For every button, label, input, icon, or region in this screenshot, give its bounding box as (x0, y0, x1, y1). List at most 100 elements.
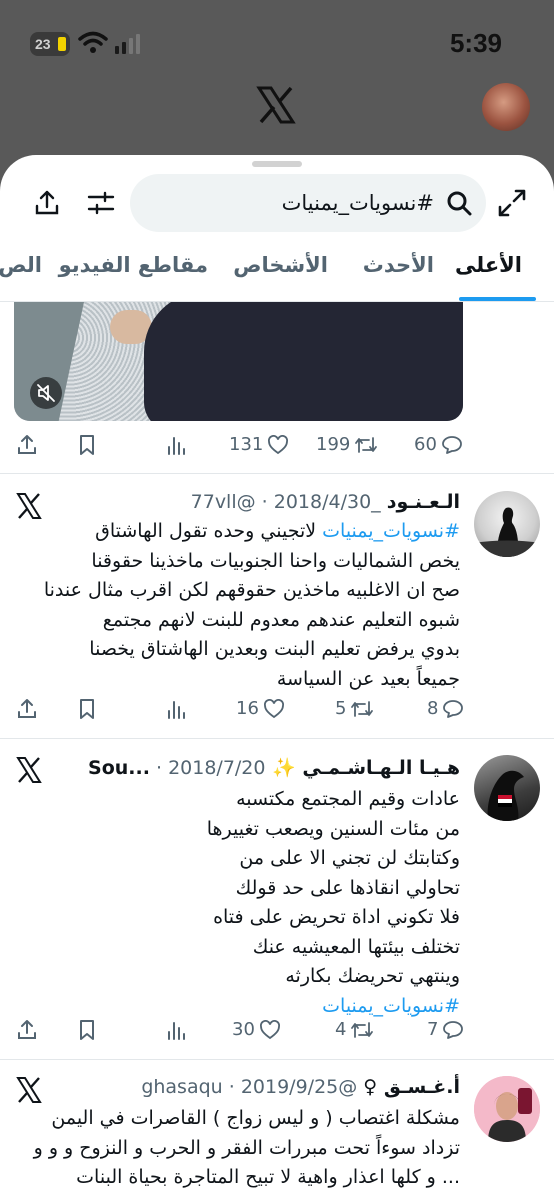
hashtag-link[interactable]: #نسويات_يمنيات (40, 992, 460, 1022)
repost-count: 5 (335, 698, 347, 719)
app-header (0, 70, 554, 150)
share-icon[interactable] (31, 187, 63, 219)
expand-icon[interactable] (496, 187, 528, 219)
tab-latest[interactable]: الأحدث (363, 253, 434, 277)
tweet-line: تحاولي انقاذها على حد قولك (235, 876, 460, 899)
repost-icon (355, 436, 378, 453)
reply-count: 60 (414, 434, 437, 455)
tweet-line: فلا تكوني اداة تحريض على فتاه (213, 906, 460, 928)
tab-people[interactable]: الأشخاص (233, 253, 328, 277)
tab-media[interactable]: الص (0, 253, 42, 277)
search-icon (447, 191, 472, 216)
repost-button[interactable]: 199 (316, 434, 378, 455)
share-post-icon[interactable] (16, 698, 38, 720)
sheet-grabber[interactable] (252, 161, 302, 167)
tweet-line: لاتجيني وحده تقول الهاشتاق (95, 520, 317, 542)
tweet-line: تزداد سوءاً تحت مبررات الفقر و الحرب و ا… (33, 1136, 460, 1159)
x-source-icon (16, 493, 42, 519)
reply-count: 7 (427, 1019, 439, 1040)
heart-icon (259, 1019, 280, 1039)
bookmark-icon[interactable] (77, 434, 97, 456)
tweet-line: بدوي يرفض تعليم البنت وبعدين الهاشتاق يخ… (89, 638, 460, 660)
avatar[interactable] (474, 755, 540, 821)
tweet-meta: · 2018/7/20 (155, 757, 266, 779)
tweet-header: الـعـنـود _77vll@ · 2018/4/30 (191, 491, 460, 513)
search-sheet: #نسويات_يمنيات الأعلى الأحدث الأشخاص مقا… (0, 155, 554, 1199)
tweet-line: جميعاً بعيد عن السياسة (276, 667, 460, 690)
bookmark-icon[interactable] (77, 1019, 97, 1041)
account-avatar[interactable] (482, 83, 530, 131)
search-input[interactable]: #نسويات_يمنيات (130, 174, 486, 232)
author-name[interactable]: أ.غـسـق ♀ (363, 1076, 460, 1098)
repost-count: 4 (335, 1019, 347, 1040)
tweet-line: يخص الشماليات واحنا الجنوبيات ماخذينا حق… (91, 549, 460, 572)
repost-button[interactable]: 5 (335, 698, 374, 719)
tab-top[interactable]: الأعلى (455, 253, 522, 277)
repost-icon (351, 1021, 374, 1038)
tweet-line: مشكلة اغتصاب ( و ليس زواج ) القاصرات في … (51, 1107, 460, 1129)
share-post-icon[interactable] (16, 1019, 38, 1041)
like-count: 30 (232, 1019, 255, 1040)
avatar[interactable] (474, 1076, 540, 1142)
reply-icon (442, 435, 462, 454)
reply-button[interactable]: 60 (414, 434, 463, 455)
views-icon[interactable] (166, 1019, 186, 1041)
battery-level: 23 (35, 36, 51, 52)
mute-icon[interactable] (30, 377, 62, 409)
tweet-text: عادات وقيم المجتمع مكتسبه من مئات السنين… (40, 785, 460, 1021)
heart-icon (263, 698, 284, 718)
tweet-header: هـيـا الـهـاشـمـي ✨ Sou... · 2018/7/20 (88, 756, 460, 779)
status-time: 5:39 (449, 28, 502, 58)
tweet-line: صح ان الاغلبيه ماخذين حقوقهم لكن اقرب مث… (43, 579, 460, 601)
tab-videos[interactable]: مقاطع الفيديو (59, 253, 208, 277)
x-logo-icon (256, 86, 296, 124)
views-icon[interactable] (166, 434, 186, 456)
repost-button[interactable]: 4 (335, 1019, 374, 1040)
bookmark-icon[interactable] (77, 698, 97, 720)
like-button[interactable]: 131 (229, 434, 289, 455)
repost-icon (351, 700, 374, 717)
tweet-line: وكتابتك لن تجني الا على من (239, 847, 460, 869)
reply-button[interactable]: 8 (427, 698, 464, 719)
tweet-text: #نسويات_يمنيات لاتجيني وحده تقول الهاشتا… (40, 517, 460, 694)
wifi-icon (78, 31, 108, 53)
heart-icon (268, 434, 289, 454)
tweet-line: تختلف بيئتها المعيشيه عنك (252, 935, 460, 958)
x-source-icon (16, 1077, 42, 1103)
reply-button[interactable]: 7 (427, 1019, 464, 1040)
filter-settings-icon[interactable] (85, 187, 117, 219)
views-icon[interactable] (166, 698, 186, 720)
post-actions: 131 199 60 (0, 434, 554, 464)
x-source-icon (16, 757, 42, 783)
share-post-icon[interactable] (16, 434, 38, 456)
tweet-2-actions: 30 4 7 (0, 1019, 554, 1049)
avatar[interactable] (474, 491, 540, 557)
tweet-line: وينتهي تحريضك بكارثه (285, 965, 460, 987)
tweet-header: أ.غـسـق ♀ @ghasaqu · 2019/9/25 (141, 1076, 460, 1098)
search-query: #نسويات_يمنيات (281, 191, 434, 215)
reply-icon (443, 699, 464, 718)
reply-icon (443, 1020, 464, 1039)
hashtag-link[interactable]: #نسويات_يمنيات (322, 520, 460, 542)
search-toolbar: #نسويات_يمنيات (0, 173, 554, 233)
like-button[interactable]: 16 (236, 698, 285, 719)
tweet-line: ... و كلها اعذار واهية لا تبيح المتاجرة … (76, 1166, 460, 1188)
like-count: 16 (236, 698, 259, 719)
tweet-1-actions: 16 5 8 (0, 698, 554, 728)
post-divider (0, 738, 554, 739)
like-button[interactable]: 30 (232, 1019, 281, 1040)
author-name[interactable]: هـيـا الـهـاشـمـي ✨ Sou... (88, 757, 460, 779)
tweet-meta: _77vll@ · 2018/4/30 (190, 491, 381, 513)
tweet-line: شبوه التعليم عندهم معدوم للبنت لانهم مجت… (102, 608, 460, 631)
video-thumbnail[interactable] (14, 302, 463, 421)
tweet-text: مشكلة اغتصاب ( و ليس زواج ) القاصرات في … (20, 1104, 460, 1193)
search-tabs: الأعلى الأحدث الأشخاص مقاطع الفيديو الص (0, 247, 554, 299)
like-count: 131 (229, 434, 264, 455)
reply-count: 8 (427, 698, 439, 719)
tweet-line: من مئات السنين ويصعب تغييرها (206, 817, 460, 840)
tweet-line: عادات وقيم المجتمع مكتسبه (236, 788, 460, 810)
repost-count: 199 (316, 434, 351, 455)
post-divider (0, 1059, 554, 1060)
author-name[interactable]: الـعـنـود (387, 491, 460, 513)
battery-icon: 23 (30, 32, 70, 56)
